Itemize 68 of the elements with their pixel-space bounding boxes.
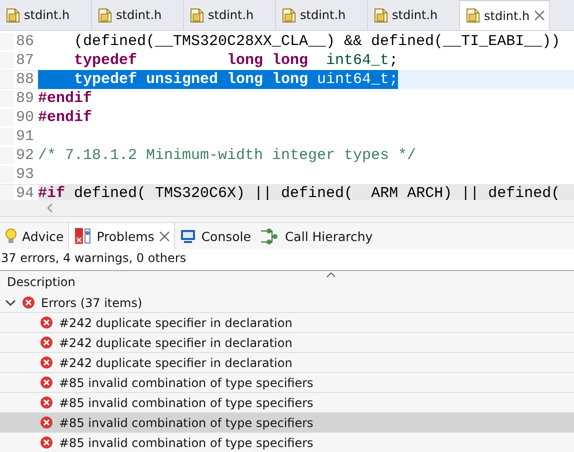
error-icon bbox=[40, 316, 53, 329]
header-file-icon bbox=[6, 8, 20, 22]
header-file-icon bbox=[282, 8, 296, 22]
group-label: Errors (37 items) bbox=[41, 296, 142, 310]
file-tab[interactable]: stdint.h bbox=[276, 0, 368, 30]
file-tab[interactable]: stdint.h bbox=[0, 0, 92, 30]
tree-row[interactable]: Errors (37 items) bbox=[0, 293, 574, 313]
tab-label: stdint.h bbox=[300, 8, 346, 22]
code-line: #endif bbox=[38, 108, 92, 127]
header-file-icon bbox=[466, 8, 480, 23]
tree-row[interactable]: #242 duplicate specifier in declaration bbox=[0, 353, 574, 373]
horizontal-scrollbar[interactable] bbox=[0, 200, 574, 217]
sort-caret-icon bbox=[326, 272, 336, 278]
code-line: #endif bbox=[38, 89, 92, 108]
error-icon bbox=[40, 396, 53, 409]
close-icon[interactable] bbox=[159, 230, 170, 242]
problem-description: #242 duplicate specifier in declaration bbox=[59, 356, 292, 370]
header-file-icon bbox=[98, 8, 112, 22]
tab-label: stdint.h bbox=[116, 8, 162, 22]
header-file-icon bbox=[374, 8, 388, 22]
view-tab[interactable]: Problems bbox=[68, 223, 176, 249]
file-tab[interactable]: stdint.h bbox=[184, 0, 276, 30]
code-line: #if defined( TMS320C6X) || defined( ARM ARCH) || defined( bbox=[38, 184, 560, 200]
view-tab[interactable]: Call Hierarchy bbox=[254, 223, 377, 249]
tab-label: stdint.h bbox=[24, 8, 70, 22]
tab-label: Console bbox=[201, 228, 251, 244]
hierarchy-icon bbox=[260, 228, 280, 244]
problem-description: #242 duplicate specifier in declaration bbox=[59, 336, 292, 350]
tab-label: stdint.h bbox=[392, 8, 438, 22]
error-icon bbox=[40, 376, 53, 389]
tab-label: stdint.h bbox=[484, 8, 530, 22]
problem-description: #85 invalid combination of type specifiers bbox=[59, 396, 314, 410]
expand-chevron-icon[interactable] bbox=[5, 298, 16, 306]
tree-row[interactable]: #85 invalid combination of type specifiers bbox=[0, 373, 574, 393]
view-tab[interactable]: Advice bbox=[0, 223, 68, 249]
tab-label: Advice bbox=[22, 228, 64, 244]
close-icon[interactable] bbox=[534, 10, 545, 21]
problems-summary: 37 errors, 4 warnings, 0 others bbox=[0, 249, 574, 271]
tab-label: stdint.h bbox=[208, 8, 254, 22]
tree-row[interactable]: #85 invalid combination of type specifiers bbox=[0, 433, 574, 452]
error-icon bbox=[40, 416, 53, 429]
code-line: typedef long long int64_t; bbox=[73, 51, 398, 70]
problem-description: #242 duplicate specifier in declaration bbox=[59, 316, 292, 330]
code-line: /* 7.18.1.2 Minimum-width integer types */ bbox=[38, 146, 416, 165]
problem-description: #85 invalid combination of type specifiers bbox=[59, 416, 314, 430]
tree-row[interactable]: #85 invalid combination of type specifiers bbox=[0, 413, 574, 433]
header-file-icon bbox=[190, 8, 204, 22]
tree-row[interactable]: #242 duplicate specifier in declaration bbox=[0, 313, 574, 333]
error-icon bbox=[40, 436, 53, 449]
tab-label: Problems bbox=[96, 228, 154, 244]
problem-description: #85 invalid combination of type specifiers bbox=[59, 376, 314, 390]
line-number: 88 bbox=[0, 71, 38, 88]
problem-description: #85 invalid combination of type specifiers bbox=[59, 436, 314, 450]
lightbulb-icon bbox=[5, 228, 17, 244]
error-icon bbox=[22, 296, 35, 309]
monitor-icon bbox=[180, 228, 196, 244]
error-icon bbox=[40, 356, 53, 369]
code-line: (defined(__TMS320C28XX_CLA__) && defined(__TI_EABI__)) bbox=[73, 32, 560, 51]
file-tab[interactable]: stdint.h bbox=[460, 0, 550, 30]
line-number: 94 bbox=[0, 185, 38, 200]
file-tab[interactable]: stdint.h bbox=[92, 0, 184, 30]
scroll-left-icon[interactable] bbox=[46, 203, 54, 213]
view-tab[interactable]: Console bbox=[175, 223, 255, 249]
tab-label: Call Hierarchy bbox=[284, 228, 373, 244]
code-editor[interactable] bbox=[0, 31, 574, 200]
problems-icon bbox=[74, 227, 92, 245]
error-icon bbox=[40, 336, 53, 349]
tree-row[interactable]: #242 duplicate specifier in declaration bbox=[0, 333, 574, 353]
